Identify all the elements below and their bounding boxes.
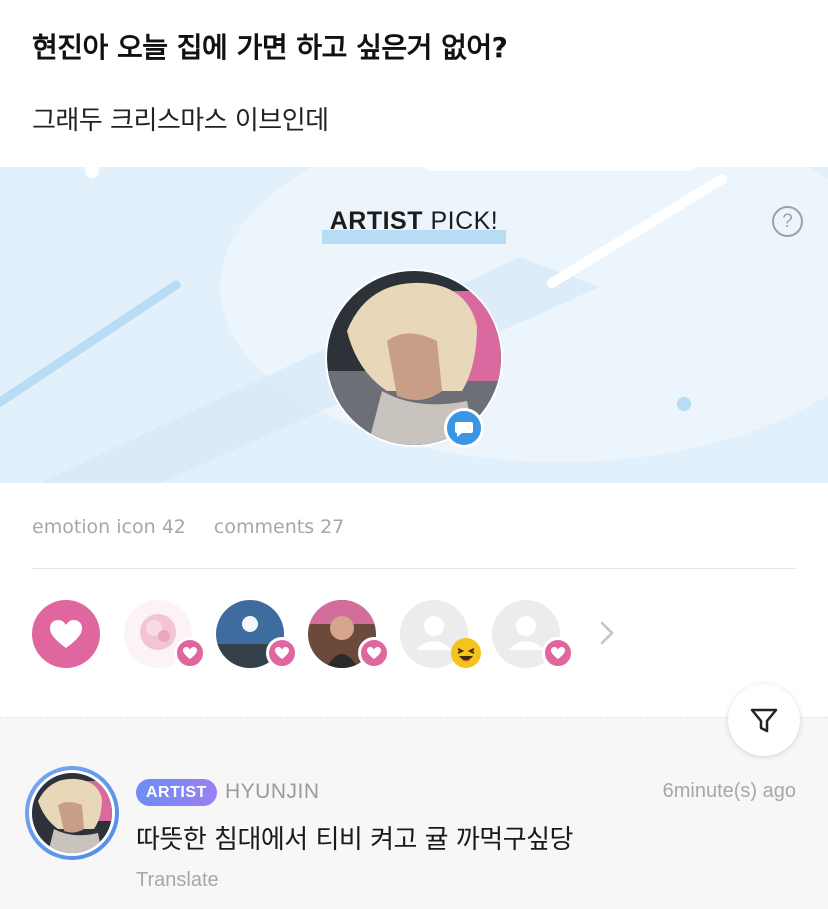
- artist-pick-banner: ARTIST PICK! ?: [0, 167, 828, 483]
- reactions-row: [32, 599, 632, 669]
- post-title: 현진아 오늘 집에 가면 하고 싶은거 없어?: [32, 31, 508, 64]
- comments-section: [0, 717, 828, 909]
- heart-icon: [358, 637, 390, 669]
- artist-pick-title-rest: PICK!: [423, 207, 499, 235]
- comment-text: 따뜻한 침대에서 티비 켜고 귤 까먹구싶당: [136, 825, 573, 855]
- laughing-emoji-icon: [450, 637, 482, 669]
- chat-bubble-icon: [444, 408, 484, 448]
- heart-icon: [174, 637, 206, 669]
- filter-funnel-icon: [750, 708, 778, 733]
- heart-icon: [50, 620, 82, 648]
- comment-timestamp: 6minute(s) ago: [662, 780, 796, 802]
- chevron-right-icon[interactable]: [598, 619, 616, 647]
- help-icon[interactable]: ?: [772, 206, 803, 237]
- comment-author-avatar[interactable]: [29, 770, 115, 856]
- artist-pick-title: ARTIST PICK!: [0, 207, 828, 244]
- avatar: [32, 773, 112, 853]
- heart-reaction-button[interactable]: [32, 600, 100, 668]
- artist-badge: ARTIST: [136, 779, 217, 806]
- post-stats: emotion icon 42 comments 27: [32, 516, 366, 538]
- heart-icon: [542, 637, 574, 669]
- filter-button[interactable]: [728, 684, 800, 756]
- comment-author-name[interactable]: HYUNJIN: [225, 780, 320, 804]
- comment-count[interactable]: comments 27: [214, 516, 344, 538]
- translate-link[interactable]: Translate: [136, 869, 219, 892]
- post-body: 그래두 크리스마스 이브인데: [32, 106, 329, 136]
- heart-icon: [266, 637, 298, 669]
- divider: [32, 568, 796, 569]
- artist-pick-title-bold: ARTIST: [329, 207, 424, 235]
- emotion-count[interactable]: emotion icon 42: [32, 516, 186, 538]
